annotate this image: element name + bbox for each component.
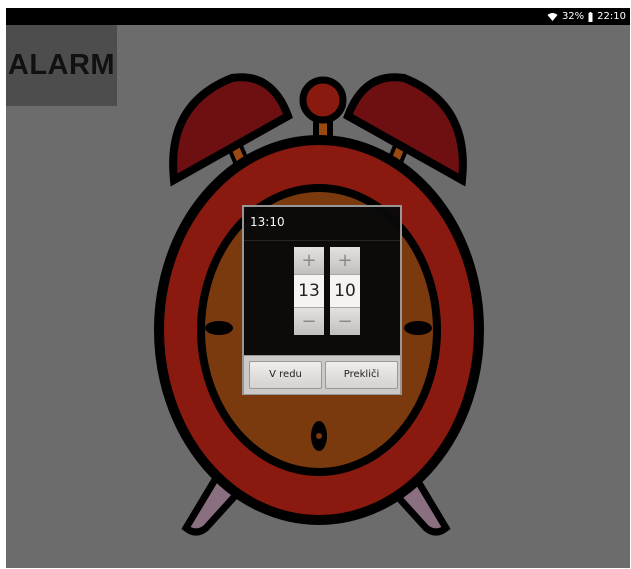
minute-value[interactable]: 10 bbox=[330, 275, 360, 307]
minute-picker: + 10 − bbox=[330, 247, 360, 335]
battery-percent: 32% bbox=[561, 11, 585, 22]
app-screen: 32% 22:10 ALARM 13:10 + 13 − + 10 − V re… bbox=[6, 8, 630, 568]
face-mark-left bbox=[205, 321, 233, 335]
face-mark-right bbox=[404, 321, 432, 335]
battery-icon bbox=[588, 11, 593, 22]
hour-picker: + 13 − bbox=[294, 247, 324, 335]
app-title: ALARM bbox=[6, 25, 117, 106]
status-time: 22:10 bbox=[597, 11, 626, 22]
status-indicators: 32% 22:10 bbox=[547, 8, 626, 25]
wifi-icon bbox=[547, 12, 558, 21]
dialog-divider bbox=[244, 240, 400, 241]
minute-decrement-button[interactable]: − bbox=[330, 307, 360, 335]
ok-button[interactable]: V redu bbox=[249, 361, 322, 389]
hour-increment-button[interactable]: + bbox=[294, 247, 324, 275]
dialog-button-bar: V redu Prekliči bbox=[244, 355, 400, 394]
cancel-button[interactable]: Prekliči bbox=[325, 361, 398, 389]
minute-increment-button[interactable]: + bbox=[330, 247, 360, 275]
top-knob bbox=[299, 76, 347, 124]
edge-mark: : bbox=[0, 111, 4, 122]
time-picker-dialog: 13:10 + 13 − + 10 − V redu Prekliči bbox=[242, 205, 402, 395]
status-bar: 32% 22:10 bbox=[6, 8, 630, 25]
hour-value[interactable]: 13 bbox=[294, 275, 324, 307]
hour-decrement-button[interactable]: − bbox=[294, 307, 324, 335]
dialog-title: 13:10 bbox=[250, 215, 285, 229]
